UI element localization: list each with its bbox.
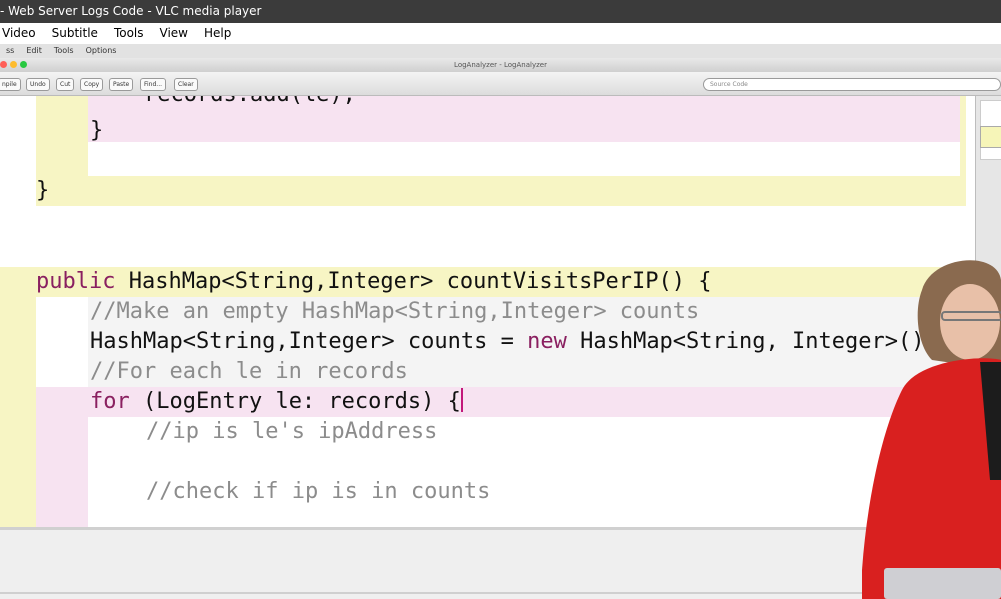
minimize-dot-icon <box>10 61 17 68</box>
method-left-band <box>0 297 36 527</box>
presenter-video <box>862 260 1001 599</box>
menu-video[interactable]: Video <box>0 23 44 44</box>
vlc-menubar: Video Subtitle Tools View Help <box>0 23 1001 44</box>
panel-divider <box>0 592 1001 594</box>
laptop-icon <box>884 568 1001 599</box>
empty-line-band <box>88 142 960 176</box>
search-input: Source Code <box>703 78 1001 91</box>
minimap-viewport <box>980 126 1001 148</box>
app-title: LogAnalyzer - LogAnalyzer <box>0 58 1001 72</box>
window-title: - Web Server Logs Code - VLC media playe… <box>0 0 1001 23</box>
menu-help[interactable]: Help <box>202 23 239 44</box>
find-button: Find... <box>140 78 167 91</box>
code-line-8: for (LogEntry le: records) { <box>90 387 463 417</box>
app-menu-edit: Edit <box>26 46 42 55</box>
code-line-4: public HashMap<String,Integer> countVisi… <box>36 267 712 297</box>
compile-button: npile <box>0 78 21 91</box>
code-line-3: } <box>36 178 50 203</box>
video-area[interactable]: ss Edit Tools Options LogAnalyzer - LogA… <box>0 44 1001 599</box>
method-signature: HashMap<String,Integer> countVisitsPerIP… <box>115 269 712 294</box>
code-line-6: HashMap<String,Integer> counts = new Has… <box>90 327 924 357</box>
copy-button: Copy <box>80 78 104 91</box>
menu-subtitle[interactable]: Subtitle <box>50 23 106 44</box>
interactions-panel <box>0 527 1001 599</box>
text-caret <box>460 388 463 412</box>
gutter <box>0 96 36 206</box>
code-line-1: records.add(le); <box>144 96 356 110</box>
zoom-dot-icon <box>20 61 27 68</box>
presenter-body <box>862 358 1001 599</box>
window-controls <box>0 61 27 68</box>
code-line-2: } <box>90 118 104 143</box>
clear-button: Clear <box>174 78 198 91</box>
paste-button: Paste <box>109 78 134 91</box>
code-editor: records.add(le); } } public HashMap<Stri… <box>0 96 975 527</box>
undo-button: Undo <box>26 78 50 91</box>
app-toolbar: npile Undo Cut Copy Paste Find... Clear … <box>0 72 1001 96</box>
code-line-10: //check if ip is in counts <box>146 479 491 504</box>
app-menubar: ss Edit Tools Options <box>0 44 1001 58</box>
counts-decl: HashMap<String,Integer> counts = <box>90 329 528 354</box>
keyword-for: for <box>90 389 130 414</box>
app-menu-class: ss <box>6 46 15 55</box>
for-header: (LogEntry le: records) { <box>129 389 461 414</box>
code-line-5: //Make an empty HashMap<String,Integer> … <box>90 299 700 324</box>
app-menu-options: Options <box>85 46 117 55</box>
code-line-9: //ip is le's ipAddress <box>146 419 438 444</box>
keyword-public: public <box>36 269 116 294</box>
menu-view[interactable]: View <box>158 23 196 44</box>
cut-button: Cut <box>56 78 75 91</box>
presenter-face <box>940 284 1000 360</box>
close-dot-icon <box>0 61 7 68</box>
menu-tools[interactable]: Tools <box>112 23 152 44</box>
code-line-7: //For each le in records <box>90 359 408 384</box>
for-left-band <box>36 417 88 527</box>
app-menu-tools: Tools <box>53 46 74 55</box>
keyword-new: new <box>527 329 567 354</box>
